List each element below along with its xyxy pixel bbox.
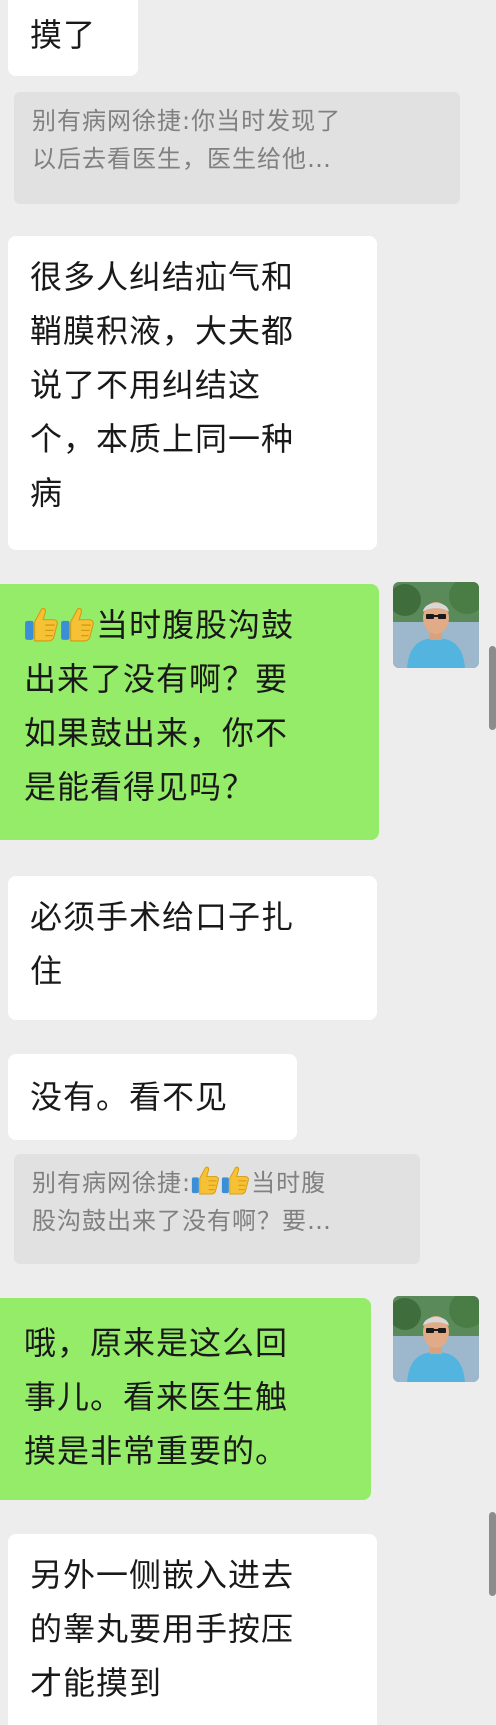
message-text-line: 哦，原来是这么回 xyxy=(24,1324,289,1362)
chat-conversation: 摸了 别有病网徐捷:你当时发现了 以后去看医生，医生给他… 很多人纠结疝气和 鞘… xyxy=(0,0,496,1725)
message-text-line: 病 xyxy=(30,474,64,512)
message-text-line: 的睾丸要用手按压 xyxy=(30,1610,295,1648)
quote-line: 股沟鼓出来了没有啊？要… xyxy=(32,1207,332,1235)
message-incoming[interactable]: 没有。看不见 xyxy=(8,1054,297,1140)
message-incoming[interactable]: 很多人纠结疝气和 鞘膜积液，大夫都 说了不用纠结这 个，本质上同一种 病 xyxy=(8,236,377,550)
avatar-photo-icon xyxy=(393,1296,479,1382)
quoted-reply[interactable]: 别有病网徐捷: 当时腹 股沟鼓出来了没有啊？要… xyxy=(14,1154,420,1264)
message-text-line: 是能看得见吗？ xyxy=(24,768,256,806)
message-incoming[interactable]: 必须手术给口子扎 住 xyxy=(8,876,377,1020)
thumbs-up-emoji-icon xyxy=(191,1165,219,1195)
quote-text: 当时腹 xyxy=(251,1169,327,1197)
message-text-line: 说了不用纠结这 xyxy=(30,366,262,404)
scrollbar-thumb[interactable] xyxy=(489,646,496,730)
message-text-line: 住 xyxy=(30,952,64,990)
message-text-line: 鞘膜积液，大夫都 xyxy=(30,312,295,350)
message-text-line: 个，本质上同一种 xyxy=(30,420,295,458)
avatar-photo-icon xyxy=(393,582,479,668)
quoted-reply[interactable]: 别有病网徐捷:你当时发现了 以后去看医生，医生给他… xyxy=(14,92,460,204)
message-text: 没有。看不见 xyxy=(30,1078,229,1116)
quote-text: 别有病网徐捷: xyxy=(32,1169,192,1197)
message-incoming[interactable]: 另外一侧嵌入进去 的睾丸要用手按压 才能摸到 xyxy=(8,1534,377,1725)
message-text-line: 才能摸到 xyxy=(30,1664,163,1702)
message-text-line: 事儿。看来医生触 xyxy=(24,1378,289,1416)
message-text-line: 出来了没有啊？要 xyxy=(24,660,289,698)
thumbs-up-emoji-icon xyxy=(221,1165,249,1195)
message-text: 摸了 xyxy=(30,16,97,54)
message-text-line: 必须手术给口子扎 xyxy=(30,898,295,936)
scrollbar-thumb[interactable] xyxy=(489,1512,496,1596)
message-text-line: 如果鼓出来，你不 xyxy=(24,714,289,752)
message-incoming[interactable]: 摸了 xyxy=(8,0,138,76)
message-outgoing[interactable]: 当时腹股沟鼓 出来了没有啊？要 如果鼓出来，你不 是能看得见吗？ xyxy=(0,584,379,840)
quote-line: 以后去看医生，医生给他… xyxy=(32,145,332,173)
thumbs-up-emoji-icon xyxy=(24,606,58,642)
message-text: 当时腹股沟鼓 xyxy=(96,606,295,644)
quote-line: 别有病网徐捷: 当时腹 xyxy=(32,1164,402,1202)
message-text-line: 另外一侧嵌入进去 xyxy=(30,1556,295,1594)
quote-line: 别有病网徐捷:你当时发现了 xyxy=(32,107,342,135)
user-avatar[interactable] xyxy=(393,582,479,668)
thumbs-up-emoji-icon xyxy=(60,606,94,642)
message-text-line: 很多人纠结疝气和 xyxy=(30,258,295,296)
message-outgoing[interactable]: 哦，原来是这么回 事儿。看来医生触 摸是非常重要的。 xyxy=(0,1298,371,1500)
user-avatar[interactable] xyxy=(393,1296,479,1382)
message-text-line: 当时腹股沟鼓 xyxy=(24,598,357,652)
message-text-line: 摸是非常重要的。 xyxy=(24,1432,289,1470)
